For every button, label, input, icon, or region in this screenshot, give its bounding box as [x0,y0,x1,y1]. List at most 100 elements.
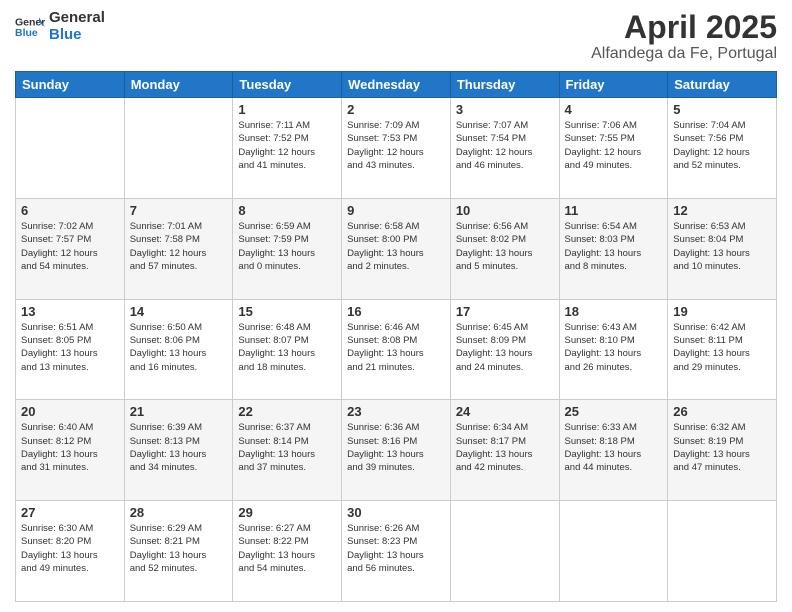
calendar-cell: 13 Sunrise: 6:51 AM Sunset: 8:05 PM Dayli… [16,299,125,400]
day-info: Sunrise: 6:30 AM Sunset: 8:20 PM Dayligh… [21,522,119,575]
day-info: Sunrise: 6:27 AM Sunset: 8:22 PM Dayligh… [238,522,336,575]
calendar-cell: 30 Sunrise: 6:26 AM Sunset: 8:23 PM Dayli… [342,501,451,602]
day-number: 20 [21,404,119,419]
calendar-table: SundayMondayTuesdayWednesdayThursdayFrid… [15,71,777,602]
day-info: Sunrise: 7:09 AM Sunset: 7:53 PM Dayligh… [347,119,445,172]
day-number: 15 [238,304,336,319]
day-number: 21 [130,404,228,419]
day-number: 1 [238,102,336,117]
day-number: 23 [347,404,445,419]
day-info: Sunrise: 6:56 AM Sunset: 8:02 PM Dayligh… [456,220,554,273]
day-info: Sunrise: 6:51 AM Sunset: 8:05 PM Dayligh… [21,321,119,374]
calendar-cell: 8 Sunrise: 6:59 AM Sunset: 7:59 PM Daylig… [233,198,342,299]
calendar-cell: 7Sunrise: 7:01 AM Sunset: 7:58 PM Daylig… [124,198,233,299]
day-number: 30 [347,505,445,520]
calendar-cell: 22 Sunrise: 6:37 AM Sunset: 8:14 PM Dayli… [233,400,342,501]
calendar-subtitle: Alfandega da Fe, Portugal [591,45,777,63]
calendar-cell: 9 Sunrise: 6:58 AM Sunset: 8:00 PM Daylig… [342,198,451,299]
day-info: Sunrise: 6:42 AM Sunset: 8:11 PM Dayligh… [673,321,771,374]
calendar-cell: 2 Sunrise: 7:09 AM Sunset: 7:53 PM Daylig… [342,98,451,199]
day-info: Sunrise: 6:58 AM Sunset: 8:00 PM Dayligh… [347,220,445,273]
day-info: Sunrise: 7:04 AM Sunset: 7:56 PM Dayligh… [673,119,771,172]
title-block: April 2025 Alfandega da Fe, Portugal [591,10,777,63]
calendar-title: April 2025 [591,10,777,45]
calendar-cell: 4 Sunrise: 7:06 AM Sunset: 7:55 PM Daylig… [559,98,668,199]
day-info: Sunrise: 6:46 AM Sunset: 8:08 PM Dayligh… [347,321,445,374]
day-info: Sunrise: 6:59 AM Sunset: 7:59 PM Dayligh… [238,220,336,273]
calendar-cell [450,501,559,602]
day-number: 14 [130,304,228,319]
calendar-cell: 23 Sunrise: 6:36 AM Sunset: 8:16 PM Dayli… [342,400,451,501]
day-number: 11 [565,203,663,218]
day-number: 12 [673,203,771,218]
calendar-cell [16,98,125,199]
week-row-3: 13 Sunrise: 6:51 AM Sunset: 8:05 PM Dayli… [16,299,777,400]
calendar-cell: 21 Sunrise: 6:39 AM Sunset: 8:13 PM Dayli… [124,400,233,501]
day-info: Sunrise: 6:37 AM Sunset: 8:14 PM Dayligh… [238,421,336,474]
calendar-cell: 17Sunrise: 6:45 AM Sunset: 8:09 PM Dayli… [450,299,559,400]
calendar-cell: 25Sunrise: 6:33 AM Sunset: 8:18 PM Dayli… [559,400,668,501]
day-number: 13 [21,304,119,319]
day-info: Sunrise: 6:54 AM Sunset: 8:03 PM Dayligh… [565,220,663,273]
day-info: Sunrise: 6:39 AM Sunset: 8:13 PM Dayligh… [130,421,228,474]
weekday-wednesday: Wednesday [342,72,451,98]
day-info: Sunrise: 6:36 AM Sunset: 8:16 PM Dayligh… [347,421,445,474]
day-number: 26 [673,404,771,419]
day-info: Sunrise: 6:29 AM Sunset: 8:21 PM Dayligh… [130,522,228,575]
day-number: 3 [456,102,554,117]
calendar-cell: 18 Sunrise: 6:43 AM Sunset: 8:10 PM Dayli… [559,299,668,400]
day-number: 18 [565,304,663,319]
generalblue-icon: General Blue [15,13,45,41]
calendar-cell: 10 Sunrise: 6:56 AM Sunset: 8:02 PM Dayli… [450,198,559,299]
day-number: 17 [456,304,554,319]
day-number: 10 [456,203,554,218]
day-number: 5 [673,102,771,117]
weekday-saturday: Saturday [668,72,777,98]
day-info: Sunrise: 7:06 AM Sunset: 7:55 PM Dayligh… [565,119,663,172]
day-info: Sunrise: 6:43 AM Sunset: 8:10 PM Dayligh… [565,321,663,374]
day-info: Sunrise: 7:02 AM Sunset: 7:57 PM Dayligh… [21,220,119,273]
day-number: 29 [238,505,336,520]
weekday-header-row: SundayMondayTuesdayWednesdayThursdayFrid… [16,72,777,98]
week-row-4: 20 Sunrise: 6:40 AM Sunset: 8:12 PM Dayli… [16,400,777,501]
calendar-cell [668,501,777,602]
header: General Blue General Blue April 2025 Alf… [15,10,777,63]
day-number: 28 [130,505,228,520]
day-info: Sunrise: 6:53 AM Sunset: 8:04 PM Dayligh… [673,220,771,273]
weekday-sunday: Sunday [16,72,125,98]
day-number: 8 [238,203,336,218]
weekday-thursday: Thursday [450,72,559,98]
day-number: 24 [456,404,554,419]
day-number: 2 [347,102,445,117]
day-info: Sunrise: 6:32 AM Sunset: 8:19 PM Dayligh… [673,421,771,474]
calendar-cell: 27Sunrise: 6:30 AM Sunset: 8:20 PM Dayli… [16,501,125,602]
day-number: 25 [565,404,663,419]
day-info: Sunrise: 6:34 AM Sunset: 8:17 PM Dayligh… [456,421,554,474]
calendar-cell: 12 Sunrise: 6:53 AM Sunset: 8:04 PM Dayli… [668,198,777,299]
day-number: 6 [21,203,119,218]
day-number: 9 [347,203,445,218]
calendar-cell: 1 Sunrise: 7:11 AM Sunset: 7:52 PM Daylig… [233,98,342,199]
day-info: Sunrise: 6:40 AM Sunset: 8:12 PM Dayligh… [21,421,119,474]
logo-blue: Blue [49,27,105,44]
calendar-cell: 11 Sunrise: 6:54 AM Sunset: 8:03 PM Dayli… [559,198,668,299]
calendar-cell: 29 Sunrise: 6:27 AM Sunset: 8:22 PM Dayli… [233,501,342,602]
weekday-monday: Monday [124,72,233,98]
weekday-tuesday: Tuesday [233,72,342,98]
svg-text:Blue: Blue [15,27,38,39]
calendar-cell: 19 Sunrise: 6:42 AM Sunset: 8:11 PM Dayli… [668,299,777,400]
calendar-cell: 5 Sunrise: 7:04 AM Sunset: 7:56 PM Daylig… [668,98,777,199]
day-number: 19 [673,304,771,319]
logo: General Blue General Blue [15,10,105,43]
day-number: 22 [238,404,336,419]
day-info: Sunrise: 6:48 AM Sunset: 8:07 PM Dayligh… [238,321,336,374]
calendar-cell: 15 Sunrise: 6:48 AM Sunset: 8:07 PM Dayli… [233,299,342,400]
calendar-cell [124,98,233,199]
day-info: Sunrise: 6:50 AM Sunset: 8:06 PM Dayligh… [130,321,228,374]
calendar-cell [559,501,668,602]
day-info: Sunrise: 6:26 AM Sunset: 8:23 PM Dayligh… [347,522,445,575]
day-number: 4 [565,102,663,117]
day-info: Sunrise: 7:11 AM Sunset: 7:52 PM Dayligh… [238,119,336,172]
calendar-cell: 14 Sunrise: 6:50 AM Sunset: 8:06 PM Dayli… [124,299,233,400]
page: General Blue General Blue April 2025 Alf… [0,0,792,612]
